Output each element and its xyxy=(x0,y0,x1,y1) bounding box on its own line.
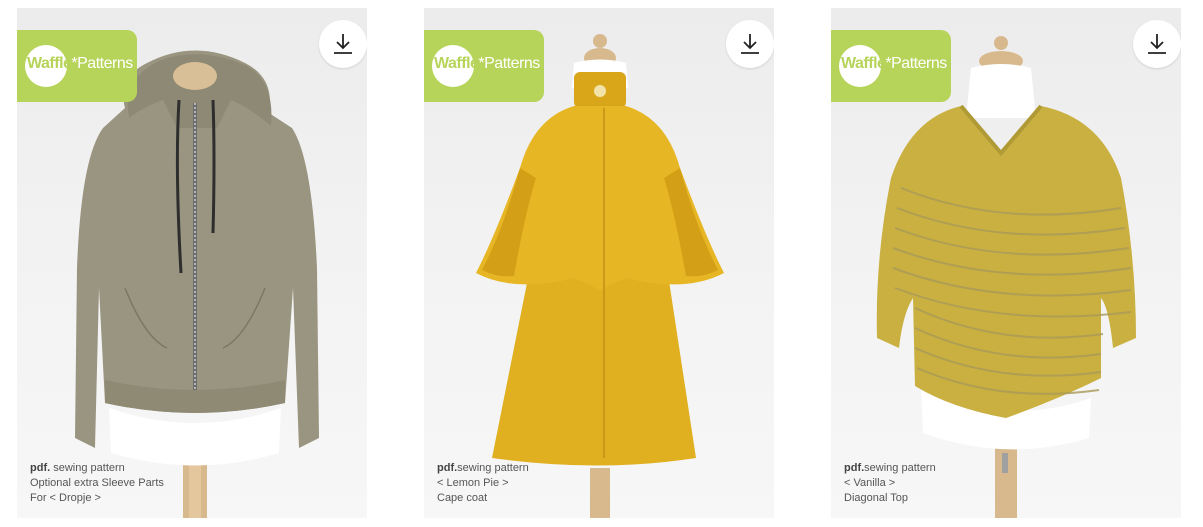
brand-name-part1: Waffle xyxy=(27,55,72,72)
brand-logo-badge: Waffle*Patterns xyxy=(831,30,951,102)
caption-pdf: pdf. xyxy=(437,462,458,474)
caption-line-2: Optional extra Sleeve Parts xyxy=(30,477,164,489)
brand-name-part1: Waffle xyxy=(434,55,479,72)
caption-pdf: pdf. xyxy=(30,462,51,474)
product-card-vanilla[interactable]: Waffle*Patterns pdf.sewing pattern < Van… xyxy=(831,8,1181,518)
brand-name-part1: Waffle xyxy=(841,55,886,72)
caption-type: sewing pattern xyxy=(50,462,125,474)
caption-line-3: For < Dropje > xyxy=(30,492,101,504)
caption-type: sewing pattern xyxy=(864,462,936,474)
brand-name-part2: *Patterns xyxy=(478,55,540,72)
brand-logo-badge: Waffle*Patterns xyxy=(424,30,544,102)
product-card-dropje-sleeves[interactable]: Waffle*Patterns pdf. sewing pattern Opti… xyxy=(17,8,367,518)
brand-name-part2: *Patterns xyxy=(71,55,133,72)
product-caption: pdf. sewing pattern Optional extra Sleev… xyxy=(30,461,164,506)
product-grid: Waffle*Patterns pdf. sewing pattern Opti… xyxy=(0,0,1203,527)
download-button[interactable] xyxy=(1133,20,1181,68)
download-button[interactable] xyxy=(319,20,367,68)
download-icon xyxy=(334,34,352,54)
download-icon xyxy=(741,34,759,54)
brand-logo-text: Waffle*Patterns xyxy=(434,55,540,73)
caption-line-2: < Vanilla > xyxy=(844,477,896,489)
caption-line-3: Cape coat xyxy=(437,492,488,504)
brand-logo-badge: Waffle*Patterns xyxy=(17,30,137,102)
caption-line-1: pdf.sewing pattern xyxy=(844,461,936,476)
caption-line-2: < Lemon Pie > xyxy=(437,477,509,489)
caption-line-1: pdf. sewing pattern xyxy=(30,461,164,476)
product-card-lemon-pie[interactable]: Waffle*Patterns pdf.sewing pattern < Lem… xyxy=(424,8,774,518)
product-caption: pdf.sewing pattern < Lemon Pie > Cape co… xyxy=(437,461,529,506)
download-icon xyxy=(1148,34,1166,54)
brand-logo-text: Waffle*Patterns xyxy=(27,55,133,73)
caption-line-3: Diagonal Top xyxy=(844,492,909,504)
caption-pdf: pdf. xyxy=(844,462,865,474)
caption-type: sewing pattern xyxy=(457,462,529,474)
download-button[interactable] xyxy=(726,20,774,68)
brand-logo-text: Waffle*Patterns xyxy=(841,55,947,73)
product-caption: pdf.sewing pattern < Vanilla > Diagonal … xyxy=(844,461,936,506)
caption-line-1: pdf.sewing pattern xyxy=(437,461,529,476)
brand-name-part2: *Patterns xyxy=(885,55,947,72)
